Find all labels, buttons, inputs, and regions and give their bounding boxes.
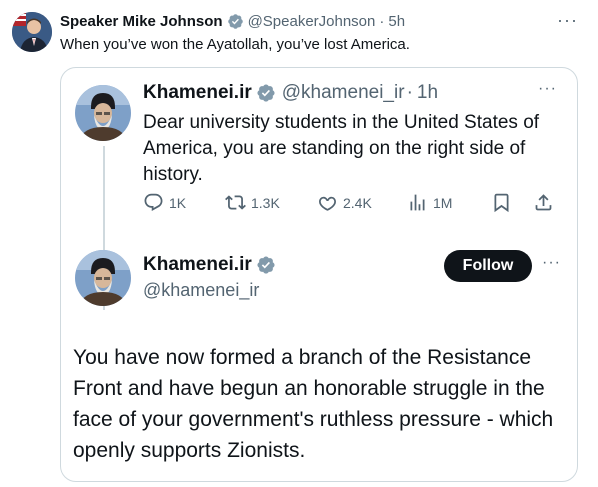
like-icon bbox=[319, 196, 336, 211]
outer-avatar[interactable] bbox=[12, 12, 52, 52]
more-icon[interactable]: ··· bbox=[538, 80, 557, 98]
views-count: 1M bbox=[433, 194, 453, 211]
like-count: 2.4K bbox=[343, 194, 372, 211]
outer-author-name[interactable]: Speaker Mike Johnson bbox=[60, 13, 223, 30]
tweet-actions-bar: 1K 1.3K 2.4K 1M bbox=[143, 192, 563, 213]
verified-badge-icon bbox=[227, 14, 243, 29]
quote2-author-handle[interactable]: @khamenei_ir bbox=[143, 280, 259, 301]
like-button[interactable]: 2.4K bbox=[317, 192, 407, 213]
reply-button[interactable]: 1K bbox=[143, 192, 225, 213]
outer-tweet-header: Speaker Mike Johnson @SpeakerJohnson · 5… bbox=[60, 13, 405, 30]
share-icon bbox=[535, 194, 552, 211]
quote2-avatar[interactable] bbox=[75, 250, 131, 306]
bookmark-button[interactable] bbox=[491, 192, 533, 213]
verified-badge-icon bbox=[257, 84, 275, 102]
share-button[interactable] bbox=[533, 192, 554, 213]
outer-timestamp[interactable]: 5h bbox=[388, 13, 405, 30]
outer-author-handle[interactable]: @SpeakerJohnson bbox=[248, 13, 376, 30]
outer-tweet-text: When you’ve won the Ayatollah, you’ve lo… bbox=[60, 36, 410, 53]
quote2-author-name[interactable]: Khamenei.ir bbox=[143, 254, 252, 276]
more-icon[interactable]: ··· bbox=[557, 10, 578, 31]
verified-badge-icon bbox=[257, 256, 275, 274]
retweet-icon bbox=[225, 195, 246, 210]
views-icon bbox=[410, 194, 425, 211]
follow-button[interactable]: Follow bbox=[444, 250, 532, 282]
quote2-header: Khamenei.ir bbox=[143, 254, 280, 276]
separator-dot: · bbox=[379, 13, 385, 30]
retweet-button[interactable]: 1.3K bbox=[225, 192, 317, 213]
quote1-author-name[interactable]: Khamenei.ir bbox=[143, 82, 252, 104]
quote1-timestamp[interactable]: 1h bbox=[417, 82, 438, 104]
views-button[interactable]: 1M bbox=[407, 192, 491, 213]
quote1-header: Khamenei.ir @khamenei_ir · 1h bbox=[143, 82, 438, 104]
quote1-author-handle[interactable]: @khamenei_ir bbox=[282, 82, 405, 104]
quote1-text: Dear university students in the United S… bbox=[143, 112, 540, 185]
more-icon[interactable]: ··· bbox=[542, 254, 561, 272]
quote2-text: You have now formed a branch of the Resi… bbox=[73, 346, 554, 462]
quoted-thread-card[interactable]: Khamenei.ir @khamenei_ir · 1h ··· Dear u… bbox=[60, 67, 578, 482]
reply-count: 1K bbox=[169, 194, 187, 211]
separator-dot: · bbox=[406, 82, 413, 103]
retweet-count: 1.3K bbox=[251, 194, 280, 211]
quote1-avatar[interactable] bbox=[75, 85, 131, 141]
reply-icon bbox=[144, 193, 163, 211]
bookmark-icon bbox=[494, 193, 509, 213]
